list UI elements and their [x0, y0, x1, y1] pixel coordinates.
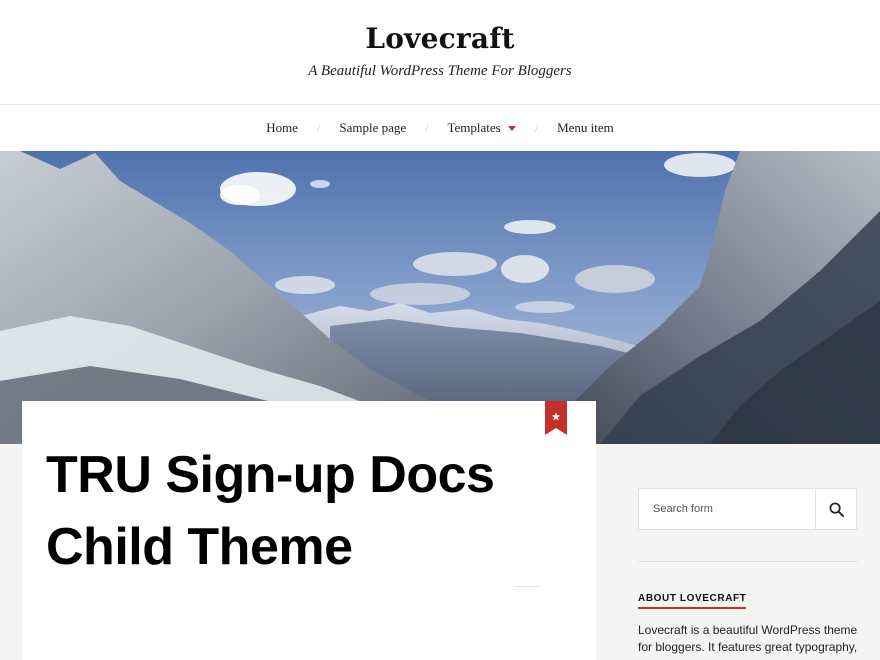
main-navigation: Home / Sample page / Templates / Menu it…	[0, 105, 880, 151]
nav-item-home[interactable]: Home	[266, 120, 298, 136]
star-bookmark-icon	[545, 401, 567, 435]
caret-down-icon	[507, 126, 516, 131]
search-button[interactable]	[815, 489, 857, 529]
nav-item-templates[interactable]: Templates	[447, 120, 516, 136]
site-tagline: A Beautiful WordPress Theme For Bloggers	[308, 63, 572, 79]
nav-item-menu-item[interactable]: Menu item	[557, 120, 614, 136]
site-title[interactable]: Lovecraft	[0, 22, 880, 55]
sticky-post-card: TRU Sign-up Docs Child Theme	[22, 401, 596, 660]
search-icon	[829, 502, 844, 517]
nav-separator: /	[534, 120, 539, 135]
nav-item-sample-page[interactable]: Sample page	[339, 120, 406, 136]
search-input[interactable]	[639, 489, 815, 529]
search-form	[638, 488, 857, 530]
widget-title-about: ABOUT LOVECRAFT	[638, 593, 747, 609]
nav-separator: /	[317, 120, 321, 135]
site-header: Lovecraft A Beautiful WordPress Theme Fo…	[0, 0, 880, 105]
post-title[interactable]: TRU Sign-up Docs Child Theme	[46, 439, 566, 583]
divider	[514, 586, 540, 587]
widget-text-about: Lovecraft is a beautiful WordPress theme…	[638, 623, 858, 654]
sidebar-divider	[638, 561, 858, 562]
nav-item-templates-label: Templates	[447, 120, 501, 135]
nav-separator: /	[425, 120, 429, 135]
